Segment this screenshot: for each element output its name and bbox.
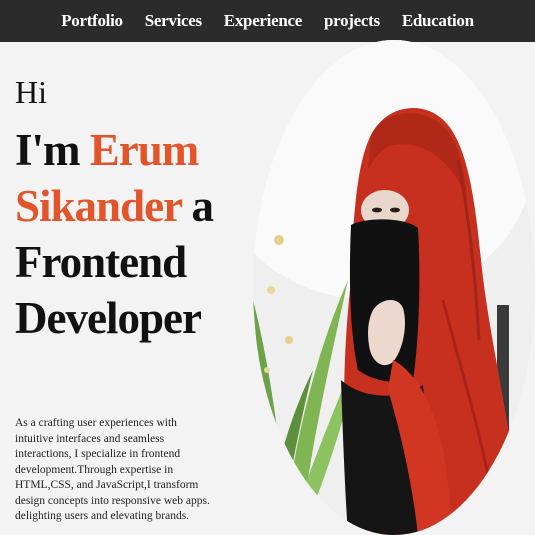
role-line-2: Developer	[15, 293, 202, 343]
profile-photo	[253, 40, 535, 535]
nav-link-services[interactable]: Services	[145, 11, 202, 31]
role-line-1: Frontend	[15, 237, 187, 287]
greeting-text: Hi	[15, 74, 47, 110]
nav-link-portfolio[interactable]: Portfolio	[61, 11, 123, 31]
nav-link-education[interactable]: Education	[402, 11, 474, 31]
hero-headline: I'm Erum Sikander a Frontend Developer	[15, 122, 275, 346]
intro-prefix: I'm	[15, 125, 80, 175]
top-navbar: Portfolio Services Experience projects E…	[0, 0, 535, 42]
hero-description: As a crafting user experiences with intu…	[15, 417, 210, 522]
name-first: Erum	[89, 125, 199, 175]
nav-link-experience[interactable]: Experience	[224, 11, 303, 31]
profile-photo-illustration	[253, 40, 535, 535]
nav-link-projects[interactable]: projects	[324, 11, 380, 31]
name-last: Sikander	[15, 181, 182, 231]
role-prefix: a	[191, 181, 214, 231]
